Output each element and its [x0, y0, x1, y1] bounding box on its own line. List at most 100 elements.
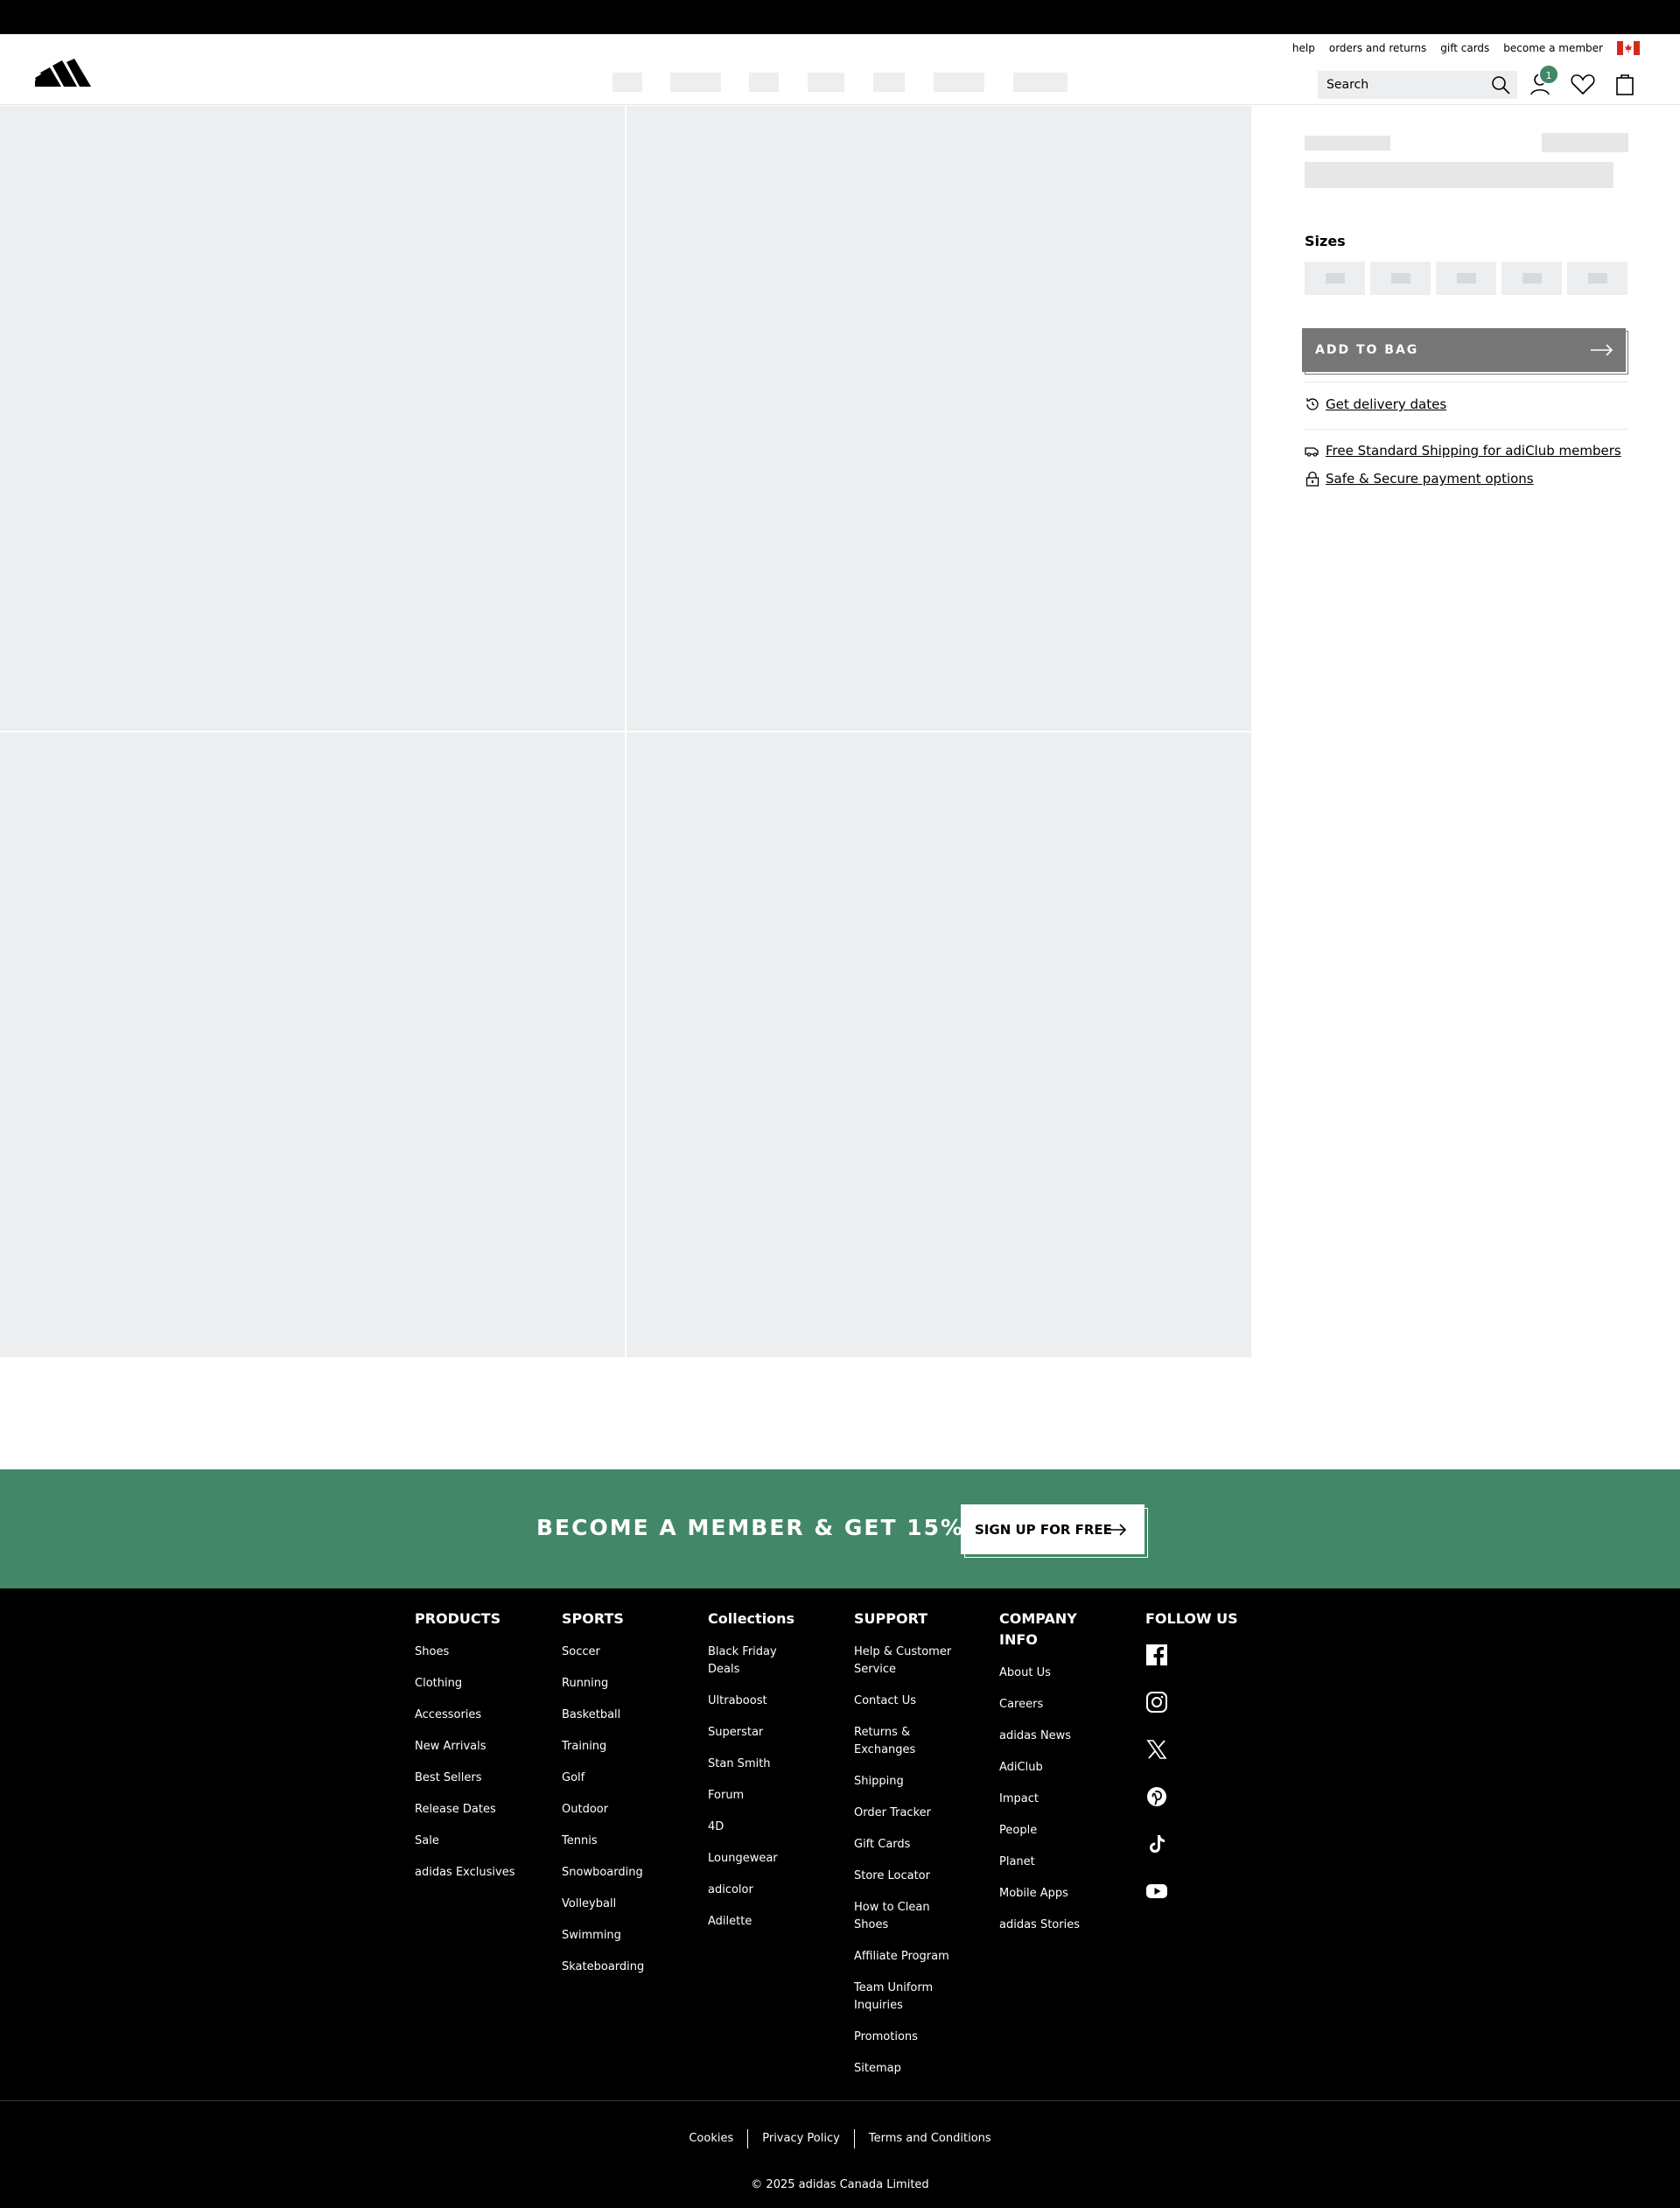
size-option[interactable] — [1370, 262, 1431, 295]
footer-link[interactable]: Impact — [999, 1791, 1096, 1808]
footer-link[interactable]: Planet — [999, 1854, 1096, 1871]
footer-link[interactable]: Black Friday Deals — [708, 1644, 804, 1679]
footer-link[interactable]: Contact Us — [854, 1693, 963, 1710]
footer-column-title: SPORTS — [562, 1610, 624, 1627]
footer-link[interactable]: Soccer — [562, 1644, 693, 1661]
size-option[interactable] — [1305, 262, 1365, 295]
product-image-gallery — [0, 106, 1251, 1357]
adidas-logo[interactable] — [35, 57, 91, 92]
youtube-icon[interactable] — [1145, 1880, 1170, 1904]
footer-link[interactable]: Returns & Exchanges — [854, 1724, 963, 1759]
terms-conditions-link[interactable]: Terms and Conditions — [855, 2129, 1005, 2148]
privacy-policy-link[interactable]: Privacy Policy — [748, 2129, 854, 2148]
footer-link[interactable]: Shoes — [415, 1644, 546, 1661]
nav-item-placeholder[interactable] — [1013, 73, 1068, 92]
product-image-placeholder[interactable] — [626, 106, 1251, 731]
nav-item-placeholder[interactable] — [808, 73, 844, 92]
footer-link[interactable]: Skateboarding — [562, 1959, 693, 1976]
footer-column-support: SUPPORT Help & Customer Service Contact … — [854, 1609, 963, 2092]
product-image-placeholder[interactable] — [0, 106, 625, 731]
footer-link[interactable]: People — [999, 1822, 1096, 1840]
sign-up-button[interactable]: SIGN UP FOR FREE — [961, 1504, 1144, 1554]
footer-link[interactable]: Superstar — [708, 1724, 804, 1742]
footer-column-title: PRODUCTS — [415, 1610, 501, 1627]
footer-link[interactable]: Shipping — [854, 1773, 963, 1791]
nav-item-placeholder[interactable] — [749, 73, 779, 92]
x-icon[interactable] — [1145, 1738, 1170, 1763]
footer-link[interactable]: Gift Cards — [854, 1836, 963, 1854]
canada-flag-icon[interactable] — [1617, 41, 1640, 55]
footer-link[interactable]: Promotions — [854, 2029, 963, 2046]
footer-link[interactable]: Basketball — [562, 1707, 693, 1724]
footer-link[interactable]: Sale — [415, 1833, 546, 1850]
footer-link[interactable]: About Us — [999, 1665, 1096, 1682]
pinterest-icon[interactable] — [1145, 1785, 1170, 1810]
footer-link[interactable]: adicolor — [708, 1882, 804, 1899]
size-option[interactable] — [1436, 262, 1496, 295]
size-option[interactable] — [1502, 262, 1562, 295]
footer-link[interactable]: Ultraboost — [708, 1693, 804, 1710]
footer-link[interactable]: Careers — [999, 1696, 1096, 1714]
footer-link[interactable]: 4D — [708, 1819, 804, 1836]
footer-link[interactable]: Help & Customer Service — [854, 1644, 963, 1679]
footer-link[interactable]: Loungewear — [708, 1850, 804, 1868]
secure-payment-link[interactable]: Safe & Secure payment options — [1326, 471, 1534, 487]
add-to-bag-button[interactable]: ADD TO BAG — [1302, 328, 1626, 372]
instagram-icon[interactable] — [1145, 1691, 1170, 1715]
util-link-gift-cards[interactable]: gift cards — [1440, 42, 1489, 54]
footer-link[interactable]: Release Dates — [415, 1801, 546, 1819]
padlock-icon — [1306, 471, 1320, 487]
free-shipping-link[interactable]: Free Standard Shipping for adiClub membe… — [1326, 443, 1621, 459]
footer-link[interactable]: adidas News — [999, 1728, 1096, 1745]
nav-item-placeholder[interactable] — [612, 73, 642, 92]
size-option[interactable] — [1567, 262, 1628, 295]
footer-link[interactable]: Forum — [708, 1787, 804, 1805]
footer-link[interactable]: Volleyball — [562, 1896, 693, 1913]
footer-link[interactable]: Affiliate Program — [854, 1948, 963, 1966]
footer-link[interactable]: adidas Exclusives — [415, 1864, 546, 1882]
footer-link[interactable]: Snowboarding — [562, 1864, 693, 1882]
product-image-placeholder[interactable] — [626, 732, 1251, 1357]
footer-link[interactable]: Swimming — [562, 1927, 693, 1945]
footer-link[interactable]: Mobile Apps — [999, 1885, 1096, 1903]
util-link-orders-returns[interactable]: orders and returns — [1329, 42, 1426, 54]
shopping-bag-icon[interactable] — [1612, 71, 1638, 97]
footer-link[interactable]: Adilette — [708, 1913, 804, 1931]
cookies-link[interactable]: Cookies — [675, 2129, 747, 2148]
footer-link[interactable]: Tennis — [562, 1833, 693, 1850]
arrow-right-icon — [1591, 344, 1614, 356]
footer-link[interactable]: Team Uniform Inquiries — [854, 1980, 963, 2015]
util-link-become-member[interactable]: become a member — [1503, 42, 1603, 54]
nav-item-placeholder[interactable] — [873, 73, 905, 92]
tiktok-icon[interactable] — [1145, 1833, 1170, 1857]
membership-banner-text: BECOME A MEMBER & GET 15% OFF — [536, 1515, 1028, 1540]
footer-link[interactable]: Clothing — [415, 1675, 546, 1693]
search-icon[interactable] — [1491, 75, 1510, 95]
footer-link[interactable]: New Arrivals — [415, 1738, 546, 1756]
footer-column-collections: Collections Black Friday Deals Ultraboos… — [708, 1609, 804, 1945]
footer-link[interactable]: Running — [562, 1675, 693, 1693]
util-link-help[interactable]: help — [1292, 42, 1315, 54]
footer-link[interactable]: AdiClub — [999, 1759, 1096, 1777]
footer-link[interactable]: Accessories — [415, 1707, 546, 1724]
account-badge: 1 — [1538, 64, 1559, 85]
footer-link[interactable]: Sitemap — [854, 2060, 963, 2078]
footer-link[interactable]: Best Sellers — [415, 1770, 546, 1787]
add-to-bag-label: ADD TO BAG — [1315, 343, 1419, 357]
product-image-placeholder[interactable] — [0, 732, 625, 1357]
footer-link[interactable]: Order Tracker — [854, 1805, 963, 1822]
footer-link[interactable]: How to Clean Shoes — [854, 1899, 963, 1934]
search-input[interactable] — [1318, 71, 1475, 99]
footer-link[interactable]: Stan Smith — [708, 1756, 804, 1773]
footer-link[interactable]: Training — [562, 1738, 693, 1756]
get-delivery-dates-link[interactable]: Get delivery dates — [1326, 396, 1446, 412]
nav-item-placeholder[interactable] — [934, 73, 984, 92]
footer-link[interactable]: Golf — [562, 1770, 693, 1787]
footer-link[interactable]: Outdoor — [562, 1801, 693, 1819]
facebook-icon[interactable] — [1145, 1644, 1170, 1668]
wishlist-heart-icon[interactable] — [1570, 71, 1596, 97]
footer-link[interactable]: adidas Stories — [999, 1917, 1096, 1934]
nav-item-placeholder[interactable] — [670, 73, 721, 92]
footer-column-title: Collections — [708, 1610, 795, 1627]
footer-link[interactable]: Store Locator — [854, 1868, 963, 1885]
